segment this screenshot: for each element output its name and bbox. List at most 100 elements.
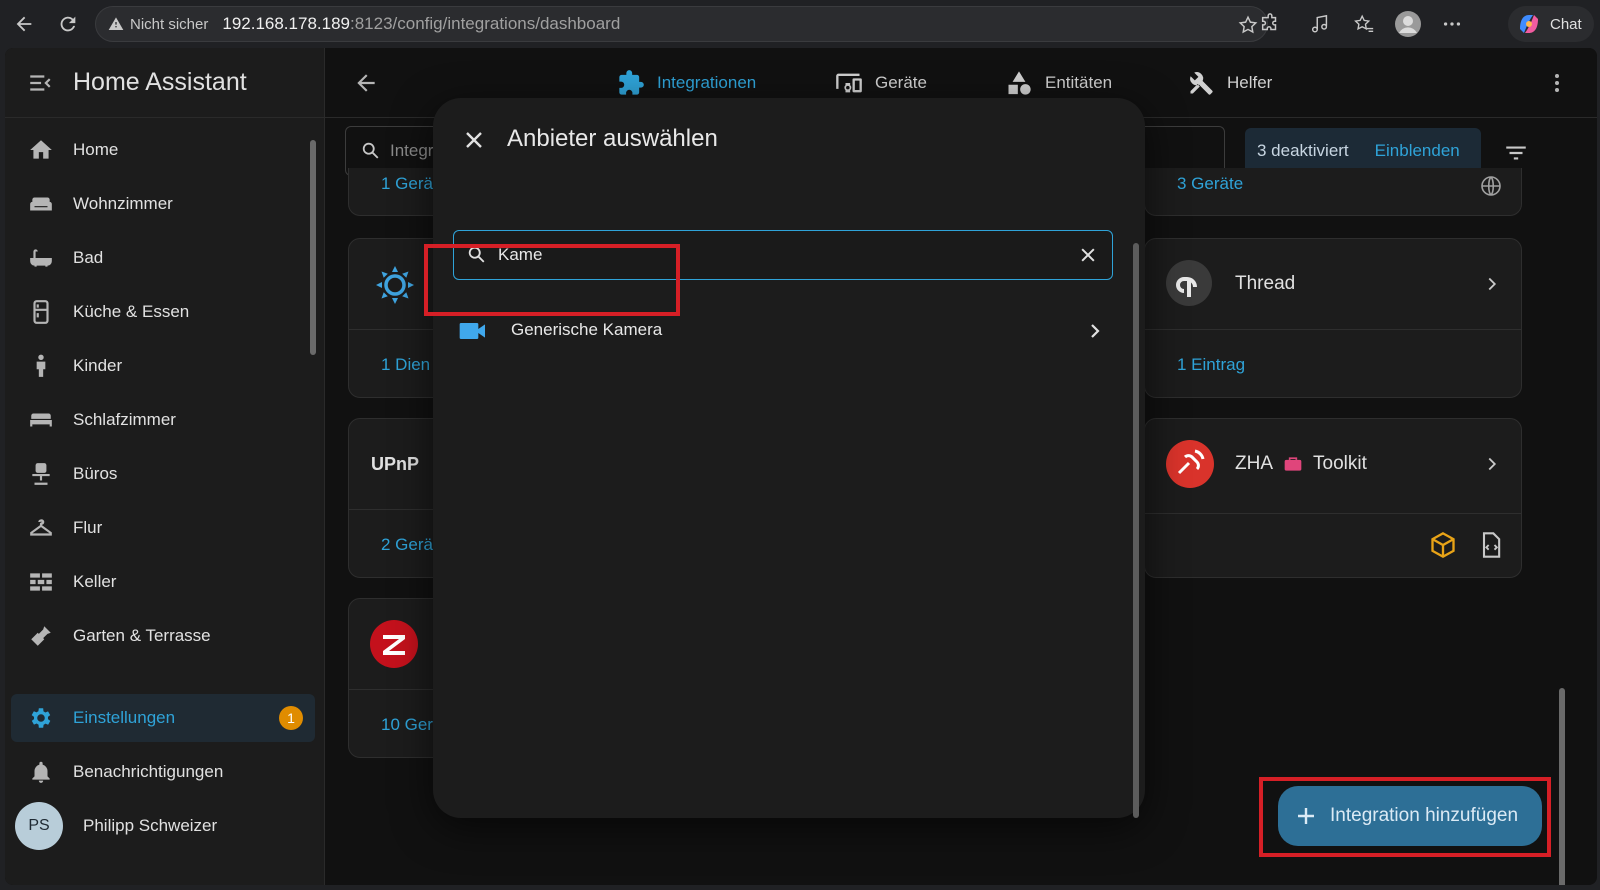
app-title: Home Assistant <box>73 68 247 96</box>
sidebar-item-bad[interactable]: Bad <box>5 234 325 282</box>
copilot-chat-button[interactable]: Chat <box>1508 6 1594 42</box>
sidebar-scrollbar[interactable] <box>310 140 316 355</box>
integration-card[interactable]: 3 Geräte <box>1144 168 1522 216</box>
sofa-icon <box>30 197 52 211</box>
tab-integrationen[interactable]: Integrationen <box>617 66 756 100</box>
provider-select-dialog: Anbieter auswählen Generische Kamera <box>433 98 1145 818</box>
close-icon <box>466 132 482 148</box>
puzzle-icon <box>619 70 644 95</box>
sidebar-item-wohnzimmer[interactable]: Wohnzimmer <box>5 180 325 228</box>
more-button[interactable] <box>1436 8 1468 40</box>
package-icon <box>1431 531 1455 559</box>
sidebar-item-label: Wohnzimmer <box>73 194 173 213</box>
sidebar-item-label: Schlafzimmer <box>73 410 176 429</box>
card-footer-link[interactable]: 10 Ger <box>381 715 433 735</box>
reload-button[interactable] <box>46 2 90 46</box>
dialog-title: Anbieter auswählen <box>507 125 718 152</box>
sun-icon <box>373 263 417 307</box>
highlight-box <box>424 244 680 316</box>
sidebar-item-benachrichtigungen[interactable]: Benachrichtigungen <box>5 748 325 796</box>
gear-icon <box>31 708 51 728</box>
sidebar: Home Assistant Home Wohnzimmer Bad Küche… <box>5 48 325 885</box>
filter-icon <box>1506 146 1526 160</box>
close-dialog-button[interactable] <box>459 125 489 155</box>
thread-icon <box>1165 259 1213 307</box>
show-disabled-button[interactable]: Einblenden <box>1375 141 1460 161</box>
user-profile[interactable]: PS Philipp Schweizer <box>15 802 217 850</box>
puzzle-icon <box>1261 13 1277 31</box>
tools-icon <box>1190 72 1213 95</box>
back-button[interactable] <box>2 2 46 46</box>
sidebar-item-label: Küche & Essen <box>73 302 190 321</box>
security-label[interactable]: Nicht sicher <box>130 16 208 33</box>
warning-icon <box>108 17 124 30</box>
sidebar-item-home[interactable]: Home <box>5 126 325 174</box>
zwave-icon <box>369 619 419 669</box>
sidebar-item-label: Bad <box>73 248 104 267</box>
card-footer-link[interactable]: 3 Geräte <box>1177 174 1243 194</box>
toolbox-icon <box>1284 457 1302 471</box>
shapes-icon <box>1008 71 1031 95</box>
sidebar-item-garten-terrasse[interactable]: Garten & Terrasse <box>5 612 325 660</box>
home-icon <box>30 140 52 159</box>
tab-label: Geräte <box>875 73 927 92</box>
bathtub-icon <box>30 249 52 267</box>
filter-button[interactable] <box>1503 140 1529 166</box>
sidebar-item-kueche-essen[interactable]: Küche & Essen <box>5 288 325 336</box>
tab-entitaeten[interactable]: Entitäten <box>1005 66 1112 100</box>
user-name: Philipp Schweizer <box>83 816 218 835</box>
sidebar-item-einstellungen[interactable]: Einstellungen 1 <box>11 694 315 742</box>
dialog-scrollbar[interactable] <box>1133 243 1139 818</box>
card-footer-link[interactable]: 1 Dien <box>381 355 430 375</box>
media-button[interactable] <box>1304 8 1336 40</box>
music-icon <box>1311 14 1328 33</box>
zha-icon <box>1165 439 1215 489</box>
child-icon <box>36 354 46 377</box>
menu-open-icon[interactable] <box>27 70 53 96</box>
desk-chair-icon <box>32 463 50 485</box>
profile-icon <box>1395 11 1421 37</box>
notification-count-badge: 1 <box>279 706 303 730</box>
extensions-button[interactable] <box>1254 8 1286 40</box>
sidebar-item-flur[interactable]: Flur <box>5 504 325 552</box>
highlight-box <box>1259 777 1551 857</box>
favorites-icon <box>1354 14 1374 33</box>
url-host: 192.168.178.189 <box>222 14 350 33</box>
back-arrow-button[interactable] <box>353 70 379 96</box>
devices-icon <box>836 73 862 93</box>
arrow-left-icon <box>357 74 375 92</box>
integration-card-thread[interactable]: Thread 1 Eintrag <box>1144 238 1522 398</box>
shovel-icon <box>31 626 51 646</box>
sidebar-item-schlafzimmer[interactable]: Schlafzimmer <box>5 396 325 444</box>
disabled-count: 3 deaktiviert <box>1257 141 1349 160</box>
sidebar-item-kinder[interactable]: Kinder <box>5 342 325 390</box>
card-footer-link[interactable]: 1 Eintrag <box>1177 355 1245 375</box>
card-title: ZHA Toolkit <box>1235 453 1367 475</box>
sidebar-item-bueros[interactable]: Büros <box>5 450 325 498</box>
card-footer-link[interactable]: 1 Gerä <box>381 174 433 194</box>
wall-icon <box>30 573 52 591</box>
zha-suffix: Toolkit <box>1313 453 1367 474</box>
sidebar-item-keller[interactable]: Keller <box>5 558 325 606</box>
card-footer-link[interactable]: 2 Gerä <box>381 535 433 555</box>
sidebar-item-label: Flur <box>73 518 103 537</box>
tab-helfer[interactable]: Helfer <box>1187 66 1272 100</box>
arrow-left-icon <box>16 16 32 32</box>
clear-search-icon[interactable] <box>1078 245 1098 265</box>
upnp-logo: UPnP <box>371 454 420 474</box>
fridge-icon <box>33 300 49 324</box>
hanger-icon <box>30 519 52 536</box>
globe-icon <box>1481 176 1501 196</box>
file-code-icon[interactable] <box>1477 531 1505 559</box>
url-path: :8123/config/integrations/dashboard <box>349 14 621 33</box>
chevron-right-icon <box>1091 324 1100 338</box>
main-scrollbar[interactable] <box>1559 688 1565 885</box>
favorites-button[interactable] <box>1348 8 1380 40</box>
overflow-menu-button[interactable] <box>1545 70 1569 96</box>
address-bar[interactable]: Nicht sicher 192.168.178.189:8123/config… <box>95 6 1268 42</box>
profile-button[interactable] <box>1392 8 1424 40</box>
sidebar-item-label: Home <box>73 140 119 159</box>
integration-card-zha[interactable]: ZHA Toolkit <box>1144 418 1522 578</box>
chevron-right-icon <box>1488 277 1497 291</box>
tab-geraete[interactable]: Geräte <box>835 66 927 100</box>
